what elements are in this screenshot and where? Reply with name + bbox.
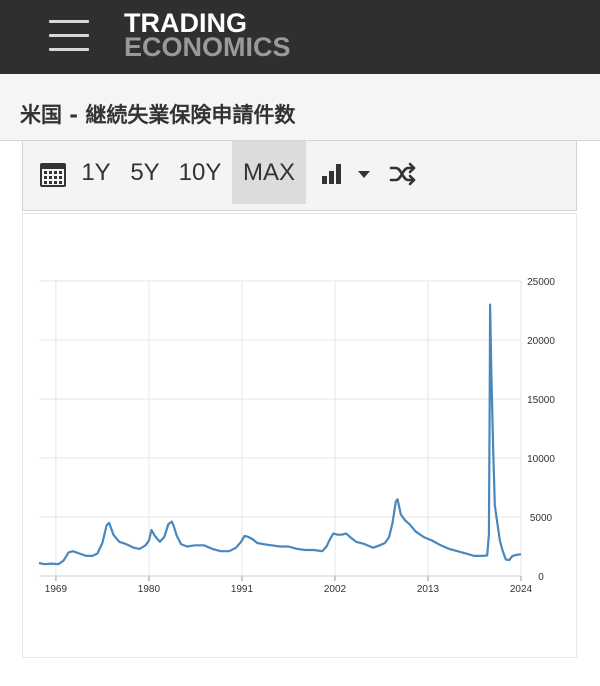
line-chart[interactable]: 0 5000 10000 15000 20000 25000 1969 1980 1991 200… <box>23 214 576 657</box>
title-bar: 米国 - 継続失業保険申請件数 <box>0 74 600 141</box>
x-tick-label: 2013 <box>417 584 440 595</box>
range-max-button[interactable]: MAX <box>232 141 306 204</box>
x-tick-label: 2024 <box>510 584 533 595</box>
page-title: 米国 - 継続失業保険申請件数 <box>20 103 296 127</box>
shuffle-icon[interactable] <box>381 141 425 204</box>
x-tick-label: 1969 <box>45 584 68 595</box>
y-tick-label: 20000 <box>527 336 555 347</box>
top-header: TRADING ECONOMICS <box>0 0 600 74</box>
calendar-icon[interactable] <box>31 141 75 204</box>
y-tick-label: 10000 <box>527 454 555 465</box>
x-tick-label: 1980 <box>138 584 161 595</box>
chart-toolbar: 1Y 5Y 10Y MAX <box>22 141 577 211</box>
chart-container: 0 5000 10000 15000 20000 25000 1969 1980 1991 200… <box>22 213 577 658</box>
series-line <box>38 303 522 566</box>
bar-chart-icon <box>322 163 370 184</box>
range-5y-button[interactable]: 5Y <box>123 141 167 204</box>
y-tick-label: 0 <box>538 572 544 583</box>
y-tick-label: 15000 <box>527 395 555 406</box>
y-tick-label: 25000 <box>527 277 555 288</box>
range-10y-button[interactable]: 10Y <box>175 141 225 204</box>
brand-logo[interactable]: TRADING ECONOMICS <box>124 10 291 61</box>
x-tick-label: 1991 <box>231 584 254 595</box>
range-1y-button[interactable]: 1Y <box>75 141 117 204</box>
y-tick-label: 5000 <box>530 513 553 524</box>
logo-line2: ECONOMICS <box>124 32 291 62</box>
x-tick-label: 2002 <box>324 584 347 595</box>
chart-type-dropdown[interactable] <box>311 141 381 204</box>
menu-icon[interactable] <box>49 18 91 54</box>
